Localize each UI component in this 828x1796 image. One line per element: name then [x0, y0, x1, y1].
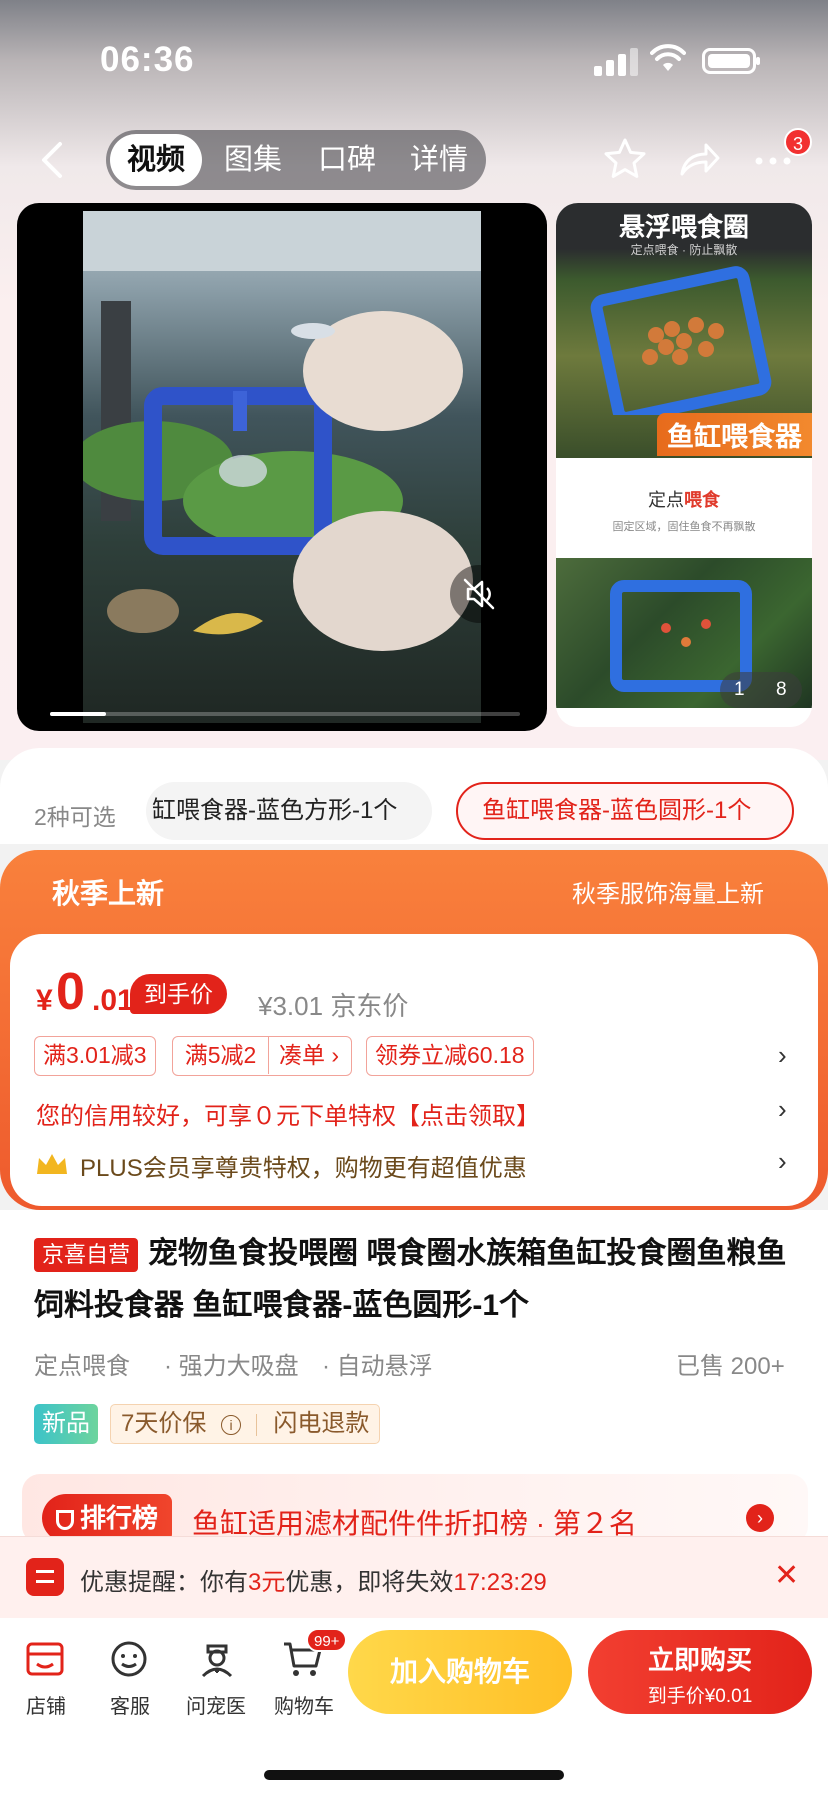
countdown-timer: 17:23:29 — [453, 1569, 547, 1596]
shopping-cart-label[interactable]: 购物车 — [264, 1690, 344, 1719]
thumbnail-1-subtitle: 定点喂食 · 防止飘散 — [630, 243, 738, 257]
chevron-right-icon[interactable]: › — [778, 1094, 787, 1125]
feature-1: 定点喂食 — [34, 1353, 130, 1380]
cart-count-badge: 99+ — [306, 1628, 348, 1652]
video-progress-bar[interactable] — [50, 712, 520, 716]
chevron-right-icon[interactable]: › — [746, 1504, 774, 1532]
jd-reference-price: ¥3.01 京东价 — [258, 991, 409, 1021]
trophy-icon — [56, 1510, 74, 1531]
service-tags[interactable]: 7天价保 i 闪电退款 — [110, 1404, 381, 1444]
tab-reviews[interactable]: 口碑 — [302, 130, 392, 190]
coupon-get-discount[interactable]: 领券立减60.18 — [366, 1036, 534, 1076]
buy-now-button[interactable]: 立即购买 到手价¥0.01 — [588, 1630, 812, 1714]
pet-doctor-label[interactable]: 问宠医 — [176, 1690, 256, 1719]
mute-icon[interactable] — [450, 565, 508, 623]
promo-banner-subtitle[interactable]: 秋季服饰海量上新 — [572, 874, 764, 909]
feeder-ring-thumb-illustration — [590, 266, 772, 415]
feeder-ring-illustration — [73, 211, 481, 651]
battery-icon — [702, 48, 760, 74]
share-icon[interactable] — [676, 136, 722, 182]
video-frame — [73, 211, 481, 723]
store-icon[interactable] — [22, 1636, 68, 1682]
close-icon[interactable]: ✕ — [774, 1558, 799, 1593]
buy-now-price: 到手价¥0.01 — [647, 1686, 753, 1707]
new-product-tag: 新品 — [34, 1404, 98, 1444]
favorite-star-icon[interactable] — [602, 136, 648, 182]
product-title: 宠物鱼食投喂圈 喂食圈水族箱鱼缸投食圈鱼粮鱼饲料投食器 鱼缸喂食器-蓝色圆形-1… — [34, 1237, 787, 1322]
tab-details[interactable]: 详情 — [394, 130, 484, 190]
fast-refund-label: 闪电退款 — [273, 1410, 370, 1437]
store-label[interactable]: 店铺 — [6, 1690, 86, 1719]
customer-service-label[interactable]: 客服 — [90, 1690, 170, 1719]
price-protection-label: 7天价保 — [121, 1410, 207, 1437]
coupon-2-group[interactable]: 满5减2 凑单 › — [172, 1036, 352, 1076]
promo-banner-title[interactable]: 秋季上新 — [52, 872, 164, 912]
self-operated-tag: 京喜自营 — [34, 1238, 139, 1272]
price-integer: 0 — [56, 963, 85, 1021]
add-to-cart-button[interactable]: 加入购物车 — [348, 1630, 572, 1714]
cellular-signal-icon — [594, 46, 638, 76]
media-tab-bar: 视频 图集 口碑 详情 — [106, 130, 486, 190]
pet-doctor-icon[interactable] — [194, 1636, 240, 1682]
variant-count: 2种可选 — [34, 804, 116, 830]
tab-gallery[interactable]: 图集 — [208, 130, 298, 190]
chevron-right-icon[interactable]: › — [778, 1040, 787, 1071]
thumbnail-1-label: 鱼缸喂食器 — [657, 413, 812, 456]
sold-count: 已售 200+ — [676, 1353, 785, 1380]
pager-current: 1 — [734, 679, 745, 700]
chevron-right-icon[interactable]: › — [778, 1146, 787, 1177]
feature-3: · 自动悬浮 — [322, 1353, 433, 1380]
ranking-badge: 排行榜 — [42, 1494, 173, 1542]
wifi-icon — [650, 44, 686, 71]
feature-2: · 强力大吸盘 — [164, 1353, 299, 1380]
thumbnail-1[interactable]: 悬浮喂食圈 定点喂食 · 防止飘散 鱼缸喂食器 — [556, 203, 812, 458]
status-time: 06:36 — [100, 40, 195, 79]
thumbnail-2-title: 定点喂食 — [648, 490, 720, 510]
coupon-2[interactable]: 满5减2 — [173, 1037, 269, 1074]
crown-icon — [37, 1154, 67, 1174]
coupon-icon — [26, 1558, 64, 1596]
thumbnail-2-subtitle: 固定区域，固住鱼食不再飘散 — [612, 521, 756, 533]
price-currency: ¥ — [36, 984, 53, 1017]
plus-member-text[interactable]: PLUS会员享尊贵特权，购物更有超值优惠 — [80, 1148, 527, 1183]
customer-service-icon[interactable] — [106, 1636, 152, 1682]
coupon-1[interactable]: 满3.01减3 — [34, 1036, 156, 1076]
product-video[interactable] — [17, 203, 547, 731]
info-icon[interactable]: i — [221, 1414, 242, 1435]
coupon-collect-more[interactable]: 凑单 › — [269, 1037, 349, 1074]
pager-total: 8 — [776, 679, 787, 700]
notification-badge: 3 — [784, 128, 812, 156]
home-indicator[interactable] — [264, 1770, 564, 1780]
final-price-tag: 到手价 — [130, 974, 227, 1014]
variant-option-square[interactable]: 缸喂食器-蓝色方形-1个 — [146, 782, 432, 840]
thumbnail-1-title: 悬浮喂食圈 — [618, 212, 749, 242]
tab-video[interactable]: 视频 — [110, 134, 202, 186]
coupon-reminder-text: 优惠提醒：你有3元优惠，即将失效17:23:29 — [80, 1569, 547, 1596]
variant-option-round[interactable]: 鱼缸喂食器-蓝色圆形-1个 — [456, 782, 794, 840]
price-decimal: .01 — [92, 984, 134, 1017]
back-arrow-icon[interactable] — [38, 140, 68, 180]
buy-now-label: 立即购买 — [647, 1645, 752, 1675]
image-thumbnails[interactable]: 悬浮喂食圈 定点喂食 · 防止飘散 鱼缸喂食器 定点喂食 固定区域，固住鱼食不再… — [556, 203, 812, 727]
gallery-pager: 1 8 — [720, 672, 802, 708]
credit-privilege-text[interactable]: 您的信用较好，可享０元下单特权【点击领取】 — [36, 1096, 540, 1131]
